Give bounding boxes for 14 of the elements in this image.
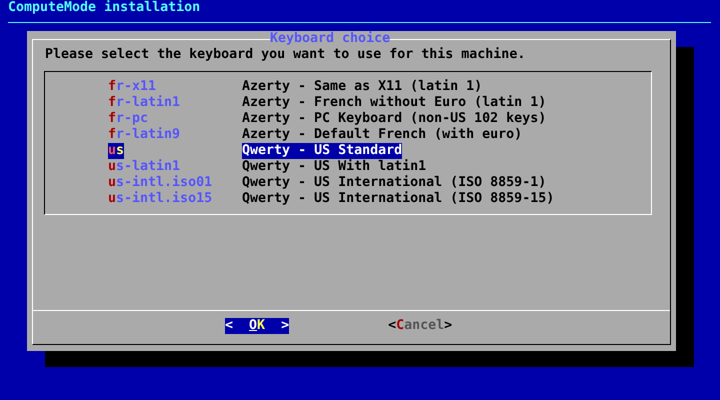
keymap-tag[interactable]: us (108, 143, 124, 159)
keymap-description[interactable]: Qwerty - US International (ISO 8859-15) (242, 191, 554, 207)
screen-title: ComputeMode installation (7, 0, 202, 16)
keymap-description[interactable]: Azerty - Default French (with euro) (242, 127, 522, 143)
ok-button[interactable]: < OK > (225, 318, 290, 334)
keymap-description[interactable]: Azerty - French without Euro (latin 1) (242, 95, 546, 111)
dialog-title: Keyboard choice (270, 31, 390, 47)
keymap-description[interactable]: Qwerty - US International (ISO 8859-1) (242, 175, 546, 191)
keymap-description[interactable]: Azerty - PC Keyboard (non-US 102 keys) (242, 111, 546, 127)
prompt-text: Please select the keyboard you want to use for this machine. (44, 47, 526, 63)
keymap-description[interactable]: Azerty - Same as X11 (latin 1) (242, 79, 482, 95)
cancel-button[interactable]: <Cancel> (388, 318, 452, 334)
keymap-description[interactable]: Qwerty - US Standard (242, 143, 402, 159)
keymap-description[interactable]: Qwerty - US With latin1 (242, 159, 426, 175)
